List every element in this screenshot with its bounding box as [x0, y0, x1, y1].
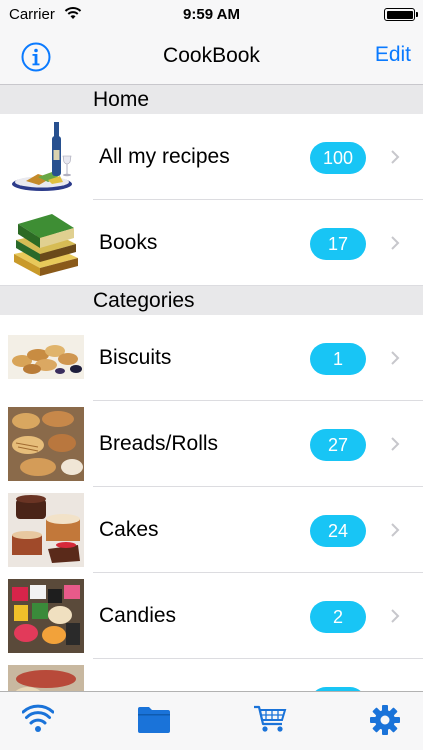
- recipe-list[interactable]: Home All my recipes 100 Books 17 Categor…: [0, 85, 423, 691]
- folder-icon[interactable]: [137, 704, 171, 739]
- wine-bottle-plate-thumbnail: [12, 122, 72, 191]
- list-item-label: Biscuits: [99, 346, 172, 369]
- battery-icon: [384, 8, 415, 21]
- list-item-label: Candies: [99, 604, 177, 627]
- chevron-right-icon: [391, 523, 400, 537]
- cakes-thumbnail: [8, 493, 84, 567]
- chevron-right-icon: [391, 236, 400, 250]
- count-badge: 2: [310, 601, 366, 633]
- gear-icon[interactable]: [369, 704, 401, 741]
- books-stack-thumbnail: [14, 214, 78, 276]
- list-item-all-my-recipes[interactable]: All my recipes 100: [0, 114, 423, 200]
- wifi-icon[interactable]: [21, 704, 55, 739]
- candies-thumbnail: [8, 579, 84, 653]
- chevron-right-icon: [391, 609, 400, 623]
- list-item-partial[interactable]: [0, 659, 423, 691]
- count-badge: 17: [310, 228, 366, 260]
- list-item-label: All my recipes: [99, 145, 230, 168]
- page-title: CookBook: [163, 44, 260, 67]
- list-item-breads-rolls[interactable]: Breads/Rolls 27: [0, 401, 423, 487]
- clock: 9:59 AM: [183, 6, 240, 23]
- section-header-home: Home: [0, 85, 423, 114]
- list-item-label: Breads/Rolls: [99, 432, 219, 455]
- food-thumbnail: [8, 665, 84, 691]
- cart-icon[interactable]: [252, 704, 288, 739]
- list-item-books[interactable]: Books 17: [0, 200, 423, 286]
- list-item-cakes[interactable]: Cakes 24: [0, 487, 423, 573]
- section-header-categories: Categories: [0, 286, 423, 315]
- count-badge: 1: [310, 343, 366, 375]
- tab-bar: [0, 691, 423, 750]
- chevron-right-icon: [391, 437, 400, 451]
- list-item-biscuits[interactable]: Biscuits 1: [0, 315, 423, 401]
- list-item-candies[interactable]: Candies 2: [0, 573, 423, 659]
- status-bar: Carrier 9:59 AM: [0, 0, 423, 30]
- navigation-bar: CookBook Edit: [0, 30, 423, 85]
- breads-thumbnail: [8, 407, 84, 481]
- chevron-right-icon: [391, 351, 400, 365]
- count-badge: 100: [310, 142, 366, 174]
- edit-button[interactable]: Edit: [375, 43, 411, 67]
- count-badge: 27: [310, 429, 366, 461]
- biscuits-thumbnail: [8, 335, 84, 379]
- list-item-label: Cakes: [99, 518, 159, 541]
- chevron-right-icon: [391, 150, 400, 164]
- list-item-label: Books: [99, 231, 158, 254]
- count-badge: 24: [310, 515, 366, 547]
